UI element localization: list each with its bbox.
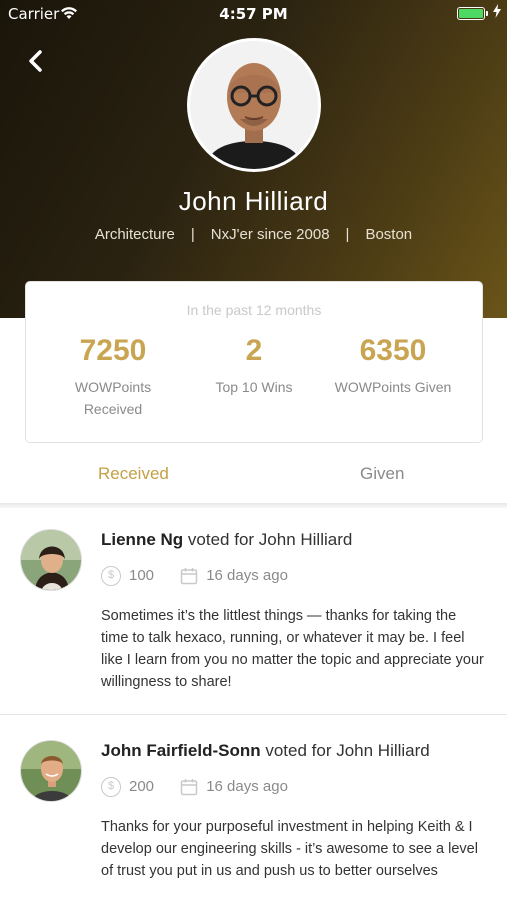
voter-name[interactable]: Lienne Ng	[101, 530, 183, 549]
coin-icon: $	[101, 777, 121, 797]
charging-icon	[493, 4, 501, 22]
stat-label-line: Received	[83, 401, 143, 417]
timestamp: 16 days ago	[206, 777, 288, 795]
meta-separator: |	[345, 226, 350, 243]
stat-label: Top 10 Wins	[215, 379, 293, 395]
clock: 4:57 PM	[219, 5, 288, 23]
battery-icon	[457, 7, 485, 20]
avatar[interactable]	[20, 740, 82, 802]
stat-points-received: 7250 WOWPoints Received	[38, 334, 188, 420]
tenure-label: NxJ'er since 2008	[210, 226, 330, 243]
coin-icon: $	[101, 566, 121, 586]
tabs-divider	[0, 503, 507, 508]
stat-top10-wins: 2 Top 10 Wins	[179, 334, 329, 398]
feed-divider	[0, 714, 507, 715]
stat-value: 7250	[79, 334, 147, 367]
status-bar: Carrier 4:57 PM	[0, 0, 507, 28]
stat-points-given: 6350 WOWPoints Given	[318, 334, 468, 398]
calendar-icon	[180, 779, 198, 796]
tab-bar: Received Given	[0, 450, 507, 502]
vote-action: voted for John Hilliard	[265, 741, 430, 760]
feed-item-message: Thanks for your purposeful investment in…	[101, 819, 478, 879]
stat-value: 6350	[359, 334, 427, 367]
feed-item-title: Lienne Ng voted for John Hilliard	[101, 530, 352, 550]
stat-label: WOWPoints Given	[334, 379, 452, 395]
meta-separator: |	[190, 226, 195, 243]
department-label: Architecture	[94, 226, 175, 243]
back-button[interactable]	[22, 46, 52, 76]
avatar[interactable]	[20, 529, 82, 591]
profile-avatar	[187, 38, 321, 172]
profile-name: John Hilliard	[178, 186, 329, 216]
stat-label-line: WOWPoints	[74, 379, 152, 395]
feed-item-meta: $100 16 days ago	[101, 566, 288, 586]
calendar-icon	[180, 568, 198, 585]
profile-meta: Architecture | NxJ'er since 2008 | Boston	[0, 226, 507, 243]
timestamp: 16 days ago	[206, 566, 288, 584]
stat-label: WOWPoints Received	[38, 376, 188, 420]
points-value: 100	[129, 566, 155, 584]
location-label: Boston	[365, 226, 413, 243]
points-value: 200	[129, 777, 155, 795]
tab-given[interactable]: Given	[360, 464, 404, 484]
feed-item-title: John Fairfield-Sonn voted for John Hilli…	[101, 741, 430, 761]
stats-card: In the past 12 months 7250 WOWPoints Rece…	[25, 281, 483, 443]
chevron-left-icon	[29, 50, 42, 72]
stats-caption: In the past 12 months	[186, 302, 322, 318]
stat-value: 2	[245, 334, 263, 367]
voter-name[interactable]: John Fairfield-Sonn	[101, 741, 261, 760]
feed-item-message: Sometimes it’s the littlest things — tha…	[101, 608, 484, 690]
tab-received[interactable]: Received	[98, 464, 169, 484]
vote-action: voted for John Hilliard	[187, 530, 353, 549]
battery-tip	[486, 11, 488, 16]
feed-item-meta: $200 16 days ago	[101, 777, 288, 797]
